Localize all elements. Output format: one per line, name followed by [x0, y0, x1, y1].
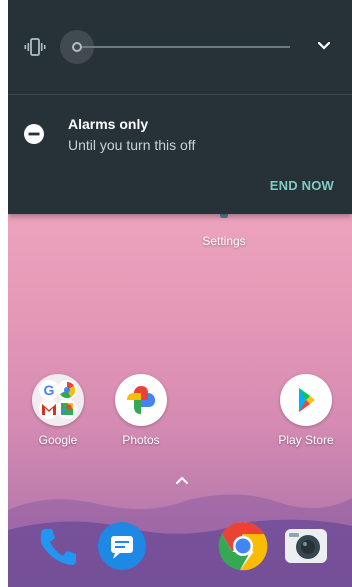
home-screen: Settings G Google Photos Play Store Alar… — [8, 0, 352, 587]
slider-thumb[interactable] — [72, 42, 82, 52]
end-now-button[interactable]: END NOW — [264, 174, 340, 197]
phone-icon[interactable] — [32, 521, 82, 571]
chevron-down-icon[interactable] — [316, 38, 332, 54]
divider — [8, 94, 352, 95]
slider-track[interactable] — [82, 46, 290, 48]
volume-row — [8, 0, 352, 94]
chevron-up-icon[interactable] — [174, 474, 190, 486]
app-label: Play Store — [278, 433, 334, 447]
chrome-icon[interactable] — [218, 521, 268, 571]
app-google-folder[interactable]: G Google — [23, 374, 93, 447]
volume-dnd-panel: Alarms only Until you turn this off END … — [8, 0, 352, 214]
dnd-row: Alarms only Until you turn this off — [8, 96, 352, 166]
app-label: Google — [38, 433, 78, 447]
photos-icon[interactable] — [115, 374, 167, 426]
app-play-store[interactable]: Play Store — [271, 374, 341, 447]
dnd-title: Alarms only — [68, 116, 149, 132]
app-label: Photos — [122, 433, 160, 447]
app-photos[interactable]: Photos — [106, 374, 176, 447]
volume-slider[interactable] — [60, 30, 290, 64]
do-not-disturb-icon — [24, 124, 44, 144]
play-store-icon[interactable] — [280, 374, 332, 426]
camera-icon[interactable] — [281, 521, 331, 571]
svg-text:G: G — [44, 382, 55, 398]
messages-icon[interactable] — [97, 521, 147, 571]
google-folder-icon[interactable]: G — [32, 374, 84, 426]
vibrate-icon[interactable] — [24, 36, 46, 58]
settings-label[interactable]: Settings — [198, 234, 250, 248]
dnd-subtitle: Until you turn this off — [68, 137, 196, 153]
